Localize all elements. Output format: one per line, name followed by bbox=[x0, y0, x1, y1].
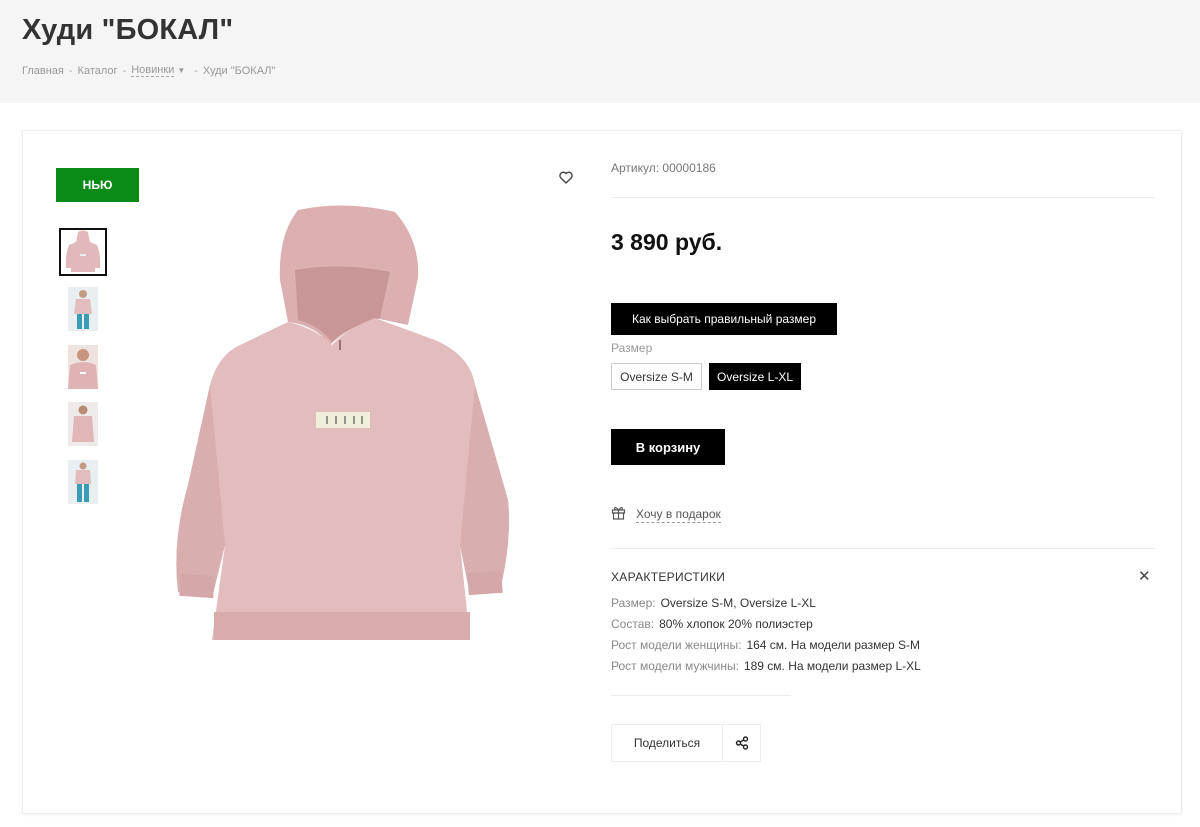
gift-link-label[interactable]: Хочу в подарок bbox=[636, 507, 721, 523]
spec-row: Рост модели женщины: 164 см. На модели ра… bbox=[611, 638, 920, 652]
specs-title: ХАРАКТЕРИСТИКИ bbox=[611, 570, 726, 584]
product-price: 3 890 руб. bbox=[611, 229, 723, 255]
gift-icon bbox=[611, 505, 626, 525]
product-sku: Артикул: 00000186 bbox=[611, 161, 716, 175]
spec-value: 164 см. На модели размер S-M bbox=[746, 638, 921, 652]
breadcrumb-separator: - bbox=[122, 64, 127, 77]
size-option-s-m[interactable]: Oversize S-M bbox=[611, 363, 702, 390]
spec-key: Размер: bbox=[611, 596, 656, 610]
favorite-heart-icon[interactable] bbox=[556, 168, 576, 186]
thumbnail-hoodie-flat[interactable] bbox=[59, 228, 107, 276]
breadcrumb-item-home[interactable]: Главная bbox=[22, 65, 64, 77]
spec-value: 80% хлопок 20% полиэстер bbox=[659, 617, 813, 631]
thumbnail-model-woman-full[interactable] bbox=[59, 458, 107, 506]
share-icon[interactable] bbox=[723, 725, 760, 761]
thumbnail-model-woman-closeup[interactable] bbox=[59, 343, 107, 391]
chevron-down-icon[interactable]: ▼ bbox=[177, 66, 185, 75]
new-badge: НЬЮ bbox=[56, 168, 139, 202]
divider bbox=[611, 197, 1155, 198]
breadcrumb-separator: - bbox=[68, 64, 73, 77]
spec-key: Рост модели мужчины: bbox=[611, 659, 739, 673]
breadcrumb-item-new[interactable]: Новинки bbox=[131, 64, 175, 77]
close-icon[interactable]: ✕ bbox=[1138, 567, 1151, 585]
spec-value: 189 см. На модели размер L-XL bbox=[743, 659, 921, 673]
size-guide-button[interactable]: Как выбрать правильный размер bbox=[611, 303, 837, 335]
size-label: Размер bbox=[611, 341, 653, 355]
thumbnail-model-woman-front[interactable] bbox=[59, 285, 107, 333]
add-to-cart-button[interactable]: В корзину bbox=[611, 429, 725, 465]
gift-link[interactable]: Хочу в подарок bbox=[611, 505, 721, 525]
spec-key: Состав: bbox=[611, 617, 655, 631]
thumbnail-model-woman-side[interactable] bbox=[59, 400, 107, 448]
breadcrumb: Главная - Каталог - Новинки ▼ - Худи "БО… bbox=[22, 64, 275, 77]
share-label[interactable]: Поделиться bbox=[612, 725, 723, 761]
size-option-l-xl[interactable]: Oversize L-XL bbox=[709, 363, 801, 390]
spec-value: Oversize S-M, Oversize L-XL bbox=[660, 596, 816, 610]
spec-key: Рост модели женщины: bbox=[611, 638, 742, 652]
page-title: Худи "БОКАЛ" bbox=[22, 14, 234, 46]
breadcrumb-item-current: Худи "БОКАЛ" bbox=[202, 64, 276, 77]
divider bbox=[611, 548, 1155, 549]
spec-row: Размер: Oversize S-M, Oversize L-XL bbox=[611, 596, 816, 610]
page-header: Худи "БОКАЛ" Главная - Каталог - Новинки… bbox=[0, 0, 1200, 103]
share-button[interactable]: Поделиться bbox=[611, 724, 761, 762]
spec-row: Рост модели мужчины: 189 см. На модели ра… bbox=[611, 659, 921, 673]
main-product-image[interactable] bbox=[170, 200, 520, 652]
spec-row: Состав: 80% хлопок 20% полиэстер bbox=[611, 617, 813, 631]
breadcrumb-separator: - bbox=[194, 64, 198, 77]
divider bbox=[611, 695, 791, 696]
breadcrumb-item-catalog[interactable]: Каталог bbox=[78, 65, 118, 77]
